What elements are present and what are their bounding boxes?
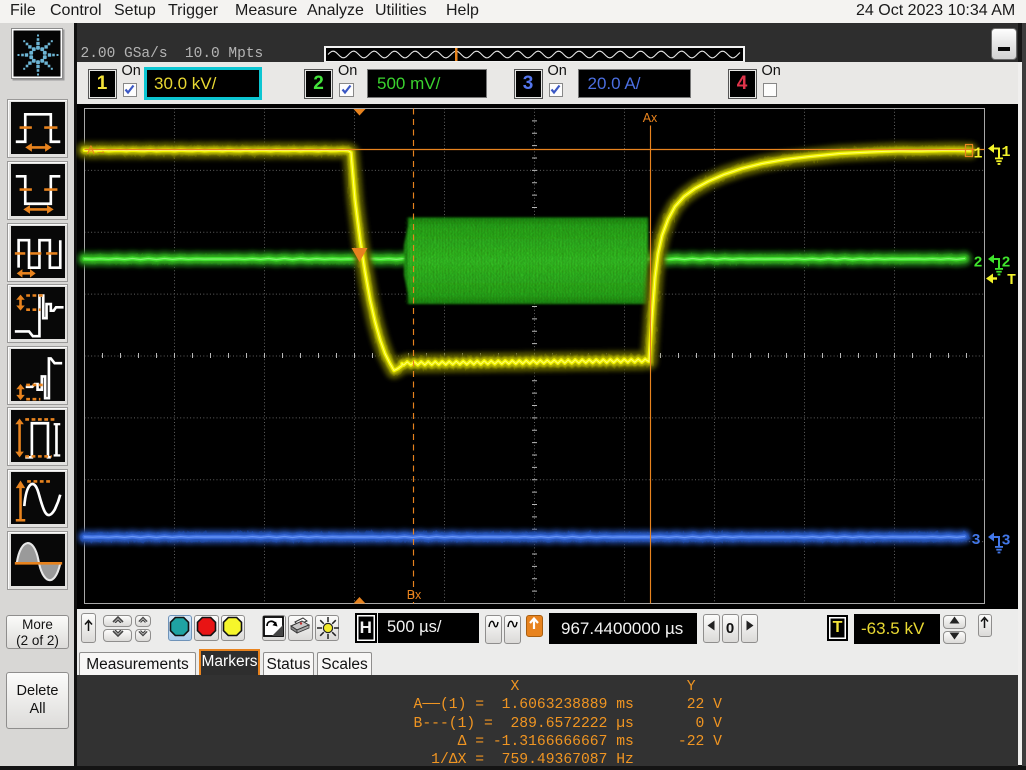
svg-text:Bx: Bx [407,588,422,602]
svg-text:2: 2 [1002,255,1011,272]
svg-text:→: → [95,145,107,157]
svg-text:2: 2 [974,255,983,272]
svg-text:Ax: Ax [643,111,658,125]
svg-text:T: T [1007,272,1016,289]
svg-text:3: 3 [1002,533,1011,550]
svg-text:1: 1 [1002,144,1011,161]
svg-text:3: 3 [972,532,981,549]
svg-text:A: A [87,145,95,157]
svg-text:1: 1 [974,146,983,163]
